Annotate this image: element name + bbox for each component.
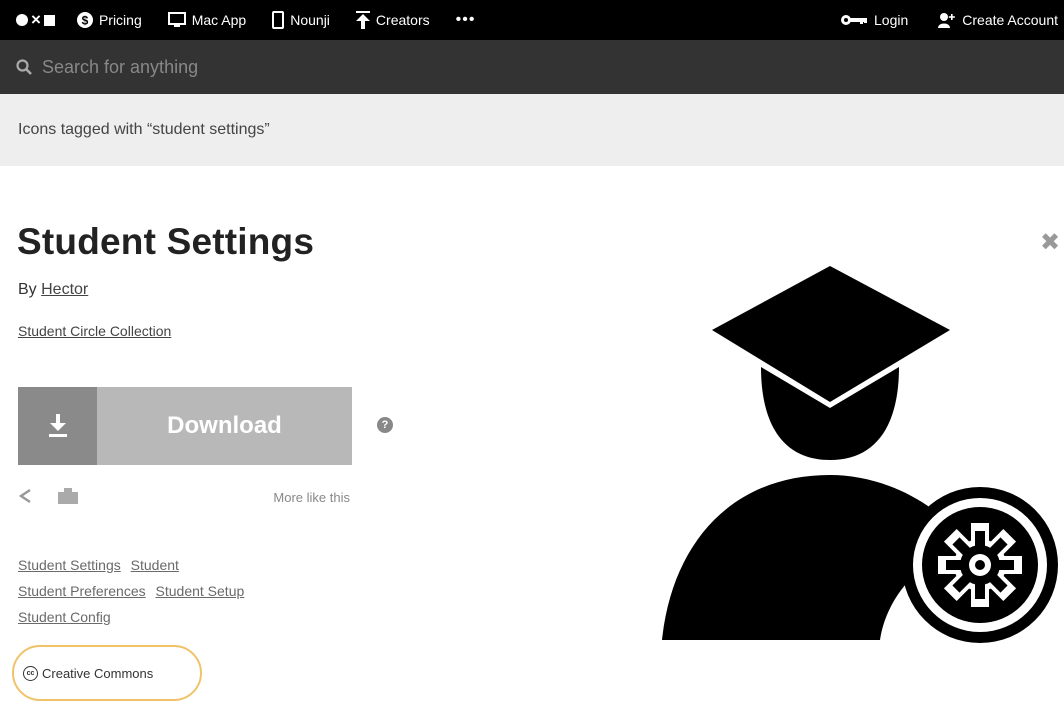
nav-creators-label: Creators (375, 12, 430, 28)
byline-prefix: By (18, 281, 37, 298)
tag-link[interactable]: Student Config (18, 609, 111, 625)
download-button[interactable]: Download (18, 387, 352, 465)
phone-icon (272, 11, 285, 29)
logo-x: × (31, 10, 41, 29)
key-icon (841, 15, 867, 25)
nav-nounji-label: Nounji (290, 12, 330, 28)
tag-header: Icons tagged with “student settings” (0, 94, 1064, 166)
share-icon[interactable] (18, 488, 32, 504)
top-nav: × $ Pricing Mac App Nounji Creators ••• … (0, 0, 1064, 40)
nav-creators[interactable]: Creators (355, 11, 430, 29)
add-user-icon (938, 13, 956, 28)
license-label: Creative Commons (42, 665, 154, 681)
collection-link[interactable]: Student Circle Collection (18, 323, 171, 339)
author-link[interactable]: Hector (41, 281, 88, 298)
create-account-link[interactable]: Create Account (938, 12, 1058, 28)
nav-pricing[interactable]: $ Pricing (76, 12, 142, 28)
tag-header-text: Icons tagged with “student settings” (18, 121, 270, 138)
more-like-this-link[interactable]: More like this (273, 490, 350, 505)
svg-text:$: $ (82, 14, 89, 28)
download-label: Download (97, 387, 352, 465)
nav-pricing-label: Pricing (98, 12, 142, 28)
tag-link[interactable]: Student Settings (18, 557, 121, 573)
tag-link[interactable]: Student Preferences (18, 583, 146, 599)
create-account-label: Create Account (962, 12, 1058, 28)
tag-list: Student Settings Student Student Prefere… (18, 552, 338, 630)
collection-folder-icon[interactable] (58, 488, 78, 504)
upload-icon (355, 11, 370, 29)
creative-commons-icon: cc (23, 665, 38, 681)
logo[interactable]: × (16, 10, 55, 29)
login-label: Login (874, 12, 909, 28)
dollar-icon: $ (76, 12, 93, 28)
more-menu-icon[interactable]: ••• (456, 11, 476, 29)
tag-link[interactable]: Student Setup (156, 583, 245, 599)
download-icon-box (18, 387, 97, 465)
logo-dot (16, 14, 28, 26)
logo-square (43, 14, 55, 26)
nav-mac-app[interactable]: Mac App (167, 12, 247, 28)
tag-link[interactable]: Student (131, 557, 179, 573)
nav-mac-app-label: Mac App (191, 12, 247, 28)
search-input[interactable] (42, 56, 642, 78)
byline: By Hector (18, 281, 88, 299)
license-badge[interactable]: cc Creative Commons (12, 645, 202, 701)
search-icon (16, 59, 32, 75)
student-settings-icon (662, 266, 1058, 643)
login-link[interactable]: Login (840, 12, 908, 28)
download-icon (48, 414, 67, 437)
help-icon[interactable]: ? (377, 417, 393, 433)
search-bar (0, 40, 1064, 94)
close-icon[interactable]: ✖ (1040, 228, 1060, 257)
nav-nounji[interactable]: Nounji (272, 11, 330, 29)
monitor-icon (167, 12, 186, 27)
icon-title: Student Settings (17, 221, 315, 262)
